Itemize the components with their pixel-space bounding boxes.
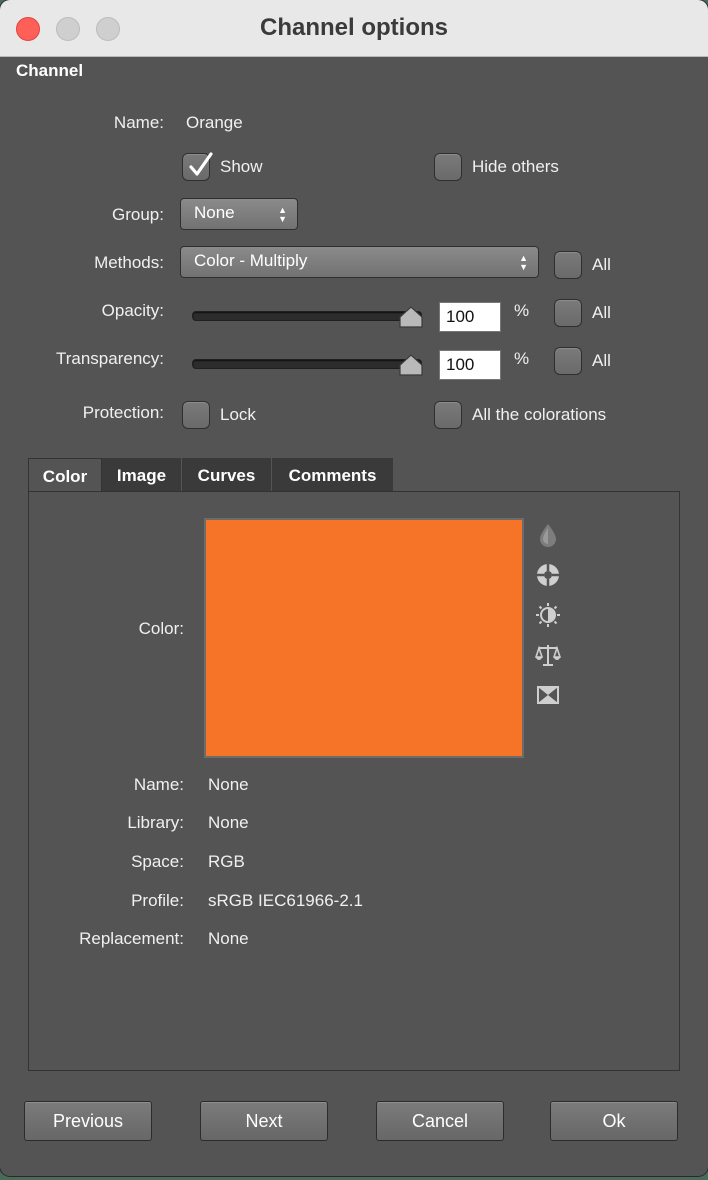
title-bar: Channel options (0, 0, 708, 57)
lock-checkbox[interactable] (182, 401, 210, 429)
color-name-value: None (208, 775, 249, 794)
methods-all-label: All (592, 255, 611, 274)
protection-label: Protection: (82, 403, 164, 422)
methods-select-value: Color - Multiply (194, 251, 308, 270)
tab-color[interactable]: Color (28, 458, 102, 492)
lock-label: Lock (220, 405, 256, 424)
transparency-value-field[interactable]: 100 (439, 350, 501, 380)
methods-select[interactable]: Color - Multiply ▲ ▼ (180, 246, 539, 278)
methods-label: Methods: (94, 253, 164, 272)
transparency-slider-thumb[interactable] (399, 354, 423, 376)
space-value: RGB (208, 852, 245, 871)
tab-comments[interactable]: Comments (272, 458, 394, 492)
replacement-value: None (208, 929, 249, 948)
hide-others-checkbox[interactable] (434, 153, 462, 181)
color-swatch[interactable] (204, 518, 524, 758)
group-select[interactable]: None ▲ ▼ (180, 198, 298, 230)
next-button[interactable]: Next (200, 1101, 328, 1141)
hide-others-label: Hide others (472, 157, 559, 176)
show-label: Show (220, 157, 263, 176)
transparency-all-checkbox[interactable] (554, 347, 582, 375)
opacity-label: Opacity: (101, 301, 164, 320)
tab-curves[interactable]: Curves (182, 458, 272, 492)
name-label: Name: (113, 113, 164, 132)
transparency-percent-label: % (514, 349, 530, 368)
checkmark-icon (189, 152, 213, 176)
profile-value: sRGB IEC61966-2.1 (208, 891, 363, 910)
transparency-slider-track[interactable] (192, 359, 422, 369)
ok-button[interactable]: Ok (550, 1101, 678, 1141)
balance-scale-icon[interactable] (535, 642, 561, 668)
all-colorations-label: All the colorations (472, 405, 607, 424)
all-colorations-checkbox[interactable] (434, 401, 462, 429)
brightness-icon[interactable] (535, 602, 561, 628)
drop-icon[interactable] (535, 522, 561, 548)
opacity-value-field[interactable]: 100 (439, 302, 501, 332)
opacity-slider-track[interactable] (192, 311, 422, 321)
channel-name-value: Orange (186, 113, 243, 132)
color-label: Color: (138, 619, 184, 638)
tab-image[interactable]: Image (102, 458, 182, 492)
methods-all-checkbox[interactable] (554, 251, 582, 279)
opacity-all-label: All (592, 303, 611, 322)
group-select-value: None (194, 203, 235, 222)
channel-options-window: Channel options Channel Name: Orange Sho… (0, 0, 708, 1176)
opacity-all-checkbox[interactable] (554, 299, 582, 327)
opacity-percent-label: % (514, 301, 530, 320)
updown-arrows-icon: ▲ ▼ (278, 205, 287, 224)
swap-icon[interactable] (535, 682, 561, 708)
library-label: Library: (127, 813, 184, 832)
show-checkbox[interactable] (182, 152, 213, 181)
replacement-label: Replacement: (79, 929, 184, 948)
transparency-all-label: All (592, 351, 611, 370)
profile-label: Profile: (131, 891, 184, 910)
cancel-button[interactable]: Cancel (376, 1101, 504, 1141)
space-label: Space: (131, 852, 184, 871)
opacity-slider-thumb[interactable] (399, 306, 423, 328)
channel-section-label: Channel (16, 61, 84, 80)
library-value: None (208, 813, 249, 832)
color-wheel-icon[interactable] (535, 562, 561, 588)
group-label: Group: (112, 205, 164, 224)
window-title: Channel options (260, 14, 448, 41)
color-name-label: Name: (133, 775, 184, 794)
updown-arrows-icon: ▲ ▼ (519, 253, 528, 272)
transparency-label: Transparency: (55, 349, 164, 368)
previous-button[interactable]: Previous (24, 1101, 152, 1141)
